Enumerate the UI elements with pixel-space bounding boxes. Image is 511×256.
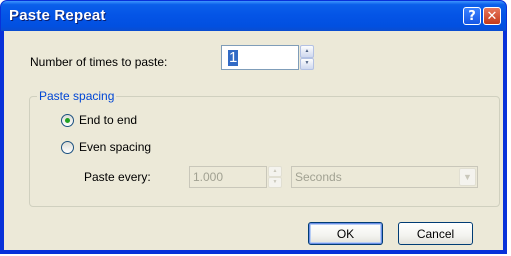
end-to-end-label[interactable]: End to end (79, 113, 137, 127)
ok-button[interactable]: OK (308, 222, 383, 245)
up-arrow-icon[interactable]: ▲ (300, 45, 314, 58)
radio-selected-dot (65, 118, 70, 123)
paste-repeat-dialog: Paste Repeat ? ✕ Number of times to past… (0, 0, 507, 254)
end-to-end-radio[interactable] (61, 114, 74, 127)
close-icon: ✕ (486, 8, 498, 24)
paste-spacing-title: Paste spacing (37, 89, 117, 103)
ok-label: OK (336, 226, 355, 241)
cancel-button[interactable]: Cancel (398, 222, 473, 245)
cancel-label: Cancel (416, 226, 455, 241)
chevron-down-icon: ▼ (459, 168, 476, 186)
times-input[interactable]: 1 (221, 45, 299, 70)
paste-every-spinner: ▲ ▼ (268, 166, 282, 188)
up-arrow-icon: ▲ (268, 166, 282, 177)
times-value: 1 (228, 49, 239, 66)
even-spacing-radio[interactable] (61, 141, 74, 154)
down-arrow-icon: ▼ (268, 177, 282, 188)
close-button[interactable]: ✕ (483, 7, 501, 25)
title-bar[interactable]: Paste Repeat ? ✕ (1, 1, 506, 31)
help-icon: ? (468, 8, 476, 24)
paste-spacing-group: Paste spacing End to end Even spacing Pa… (29, 89, 500, 207)
unit-value: Seconds (295, 170, 342, 184)
times-label: Number of times to paste: (30, 55, 168, 69)
down-arrow-icon[interactable]: ▼ (300, 57, 314, 70)
paste-every-label: Paste every: (84, 170, 151, 184)
paste-every-value: 1.000 (193, 170, 224, 184)
unit-dropdown: Seconds ▼ (291, 166, 478, 188)
dialog-body: Number of times to paste: 1 ▲ ▼ Paste sp… (4, 31, 503, 250)
times-spinner[interactable]: ▲ ▼ (300, 45, 314, 70)
help-button[interactable]: ? (463, 7, 481, 25)
dialog-title: Paste Repeat (9, 7, 106, 24)
paste-every-input: 1.000 (189, 166, 267, 188)
even-spacing-label[interactable]: Even spacing (79, 140, 151, 154)
